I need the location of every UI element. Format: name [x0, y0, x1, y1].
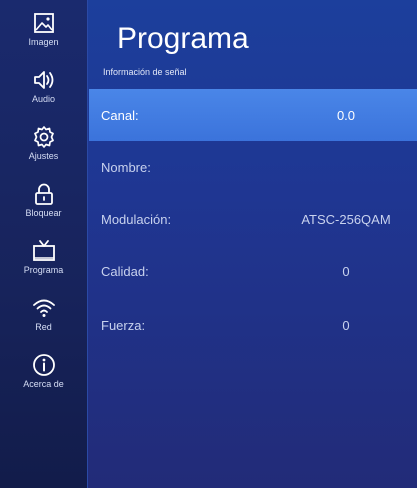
row-label: Modulación: [101, 211, 172, 227]
page-subtitle: Información de señal [103, 67, 187, 77]
row-modulacion[interactable]: Modulación: ATSC-256QAM [89, 193, 417, 245]
tv-settings-screen: Imagen Audio Ajustes Bloquear Programa R… [0, 0, 417, 488]
sidebar-item-label: Red [35, 322, 52, 332]
sidebar-item-bloquear[interactable]: Bloquear [0, 181, 88, 238]
row-label: Fuerza: [101, 317, 146, 333]
picture-icon [33, 13, 54, 33]
sidebar-item-label: Bloquear [25, 208, 62, 218]
row-fuerza[interactable]: Fuerza: 0 [89, 299, 417, 351]
sidebar: Imagen Audio Ajustes Bloquear Programa R… [0, 0, 88, 488]
row-value: 0.0 [336, 107, 356, 123]
row-value: ATSC-256QAM [301, 211, 391, 227]
row-value: 0 [342, 317, 350, 333]
row-label: Calidad: [101, 263, 149, 279]
sidebar-item-label: Imagen [28, 37, 59, 47]
row-value: 0 [342, 263, 350, 279]
sidebar-item-label: Ajustes [28, 151, 59, 161]
sidebar-item-programa[interactable]: Programa [0, 238, 88, 295]
row-label: Canal: [101, 107, 139, 123]
sidebar-item-label: Acerca de [23, 379, 64, 389]
sidebar-item-imagen[interactable]: Imagen [0, 10, 88, 67]
sidebar-item-audio[interactable]: Audio [0, 67, 88, 124]
sidebar-item-acerca-de[interactable]: Acerca de [0, 352, 88, 409]
lock-icon [34, 183, 53, 205]
sidebar-item-red[interactable]: Red [0, 295, 88, 352]
speaker-icon [33, 71, 53, 89]
sidebar-item-label: Audio [31, 94, 56, 104]
gear-icon [33, 126, 54, 148]
info-icon [32, 354, 55, 376]
tv-icon [32, 240, 55, 261]
row-canal[interactable]: Canal: 0.0 [89, 89, 417, 141]
row-nombre[interactable]: Nombre: [89, 141, 417, 193]
row-label: Nombre: [101, 159, 151, 175]
page-title: Programa [117, 22, 249, 55]
main-panel: Programa Información de señal Canal: 0.0… [89, 0, 417, 488]
row-calidad[interactable]: Calidad: 0 [89, 245, 417, 297]
sidebar-item-ajustes[interactable]: Ajustes [0, 124, 88, 181]
wifi-icon [32, 299, 55, 317]
sidebar-item-label: Programa [23, 265, 64, 275]
